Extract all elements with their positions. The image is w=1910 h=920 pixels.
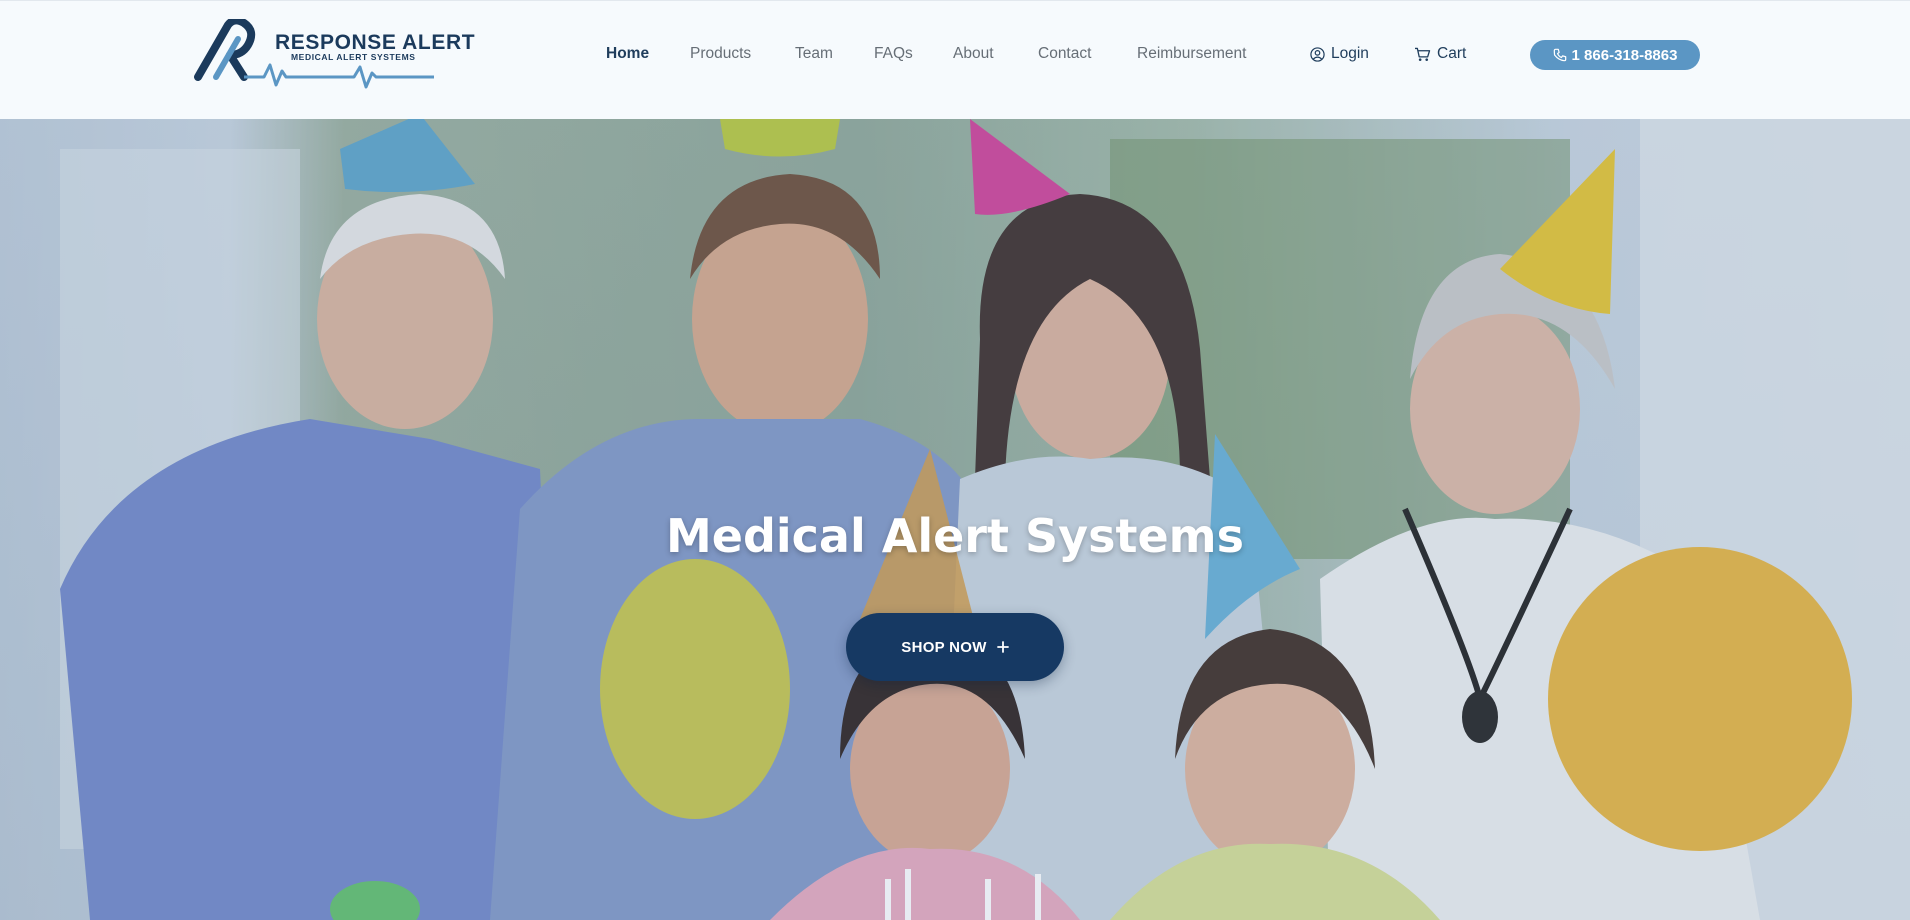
phone-button[interactable]: 1 866-318-8863 (1530, 40, 1700, 70)
brand-logo[interactable]: RESPONSE ALERT MEDICAL ALERT SYSTEMS (194, 19, 475, 91)
nav-about[interactable]: About (953, 45, 994, 63)
phone-icon (1553, 48, 1566, 62)
cart-icon (1415, 47, 1431, 61)
nav-home[interactable]: Home (606, 45, 649, 63)
nav-products[interactable]: Products (690, 45, 751, 63)
cart-label: Cart (1437, 45, 1467, 62)
login-link[interactable]: Login (1310, 45, 1369, 63)
plus-icon (996, 641, 1009, 653)
nav-contact[interactable]: Contact (1038, 45, 1091, 63)
login-label: Login (1331, 45, 1369, 62)
phone-label: 1 866-318-8863 (1571, 46, 1678, 64)
nav-team[interactable]: Team (795, 45, 833, 63)
user-circle-icon (1310, 46, 1325, 62)
hero-title: Medical Alert Systems (665, 509, 1244, 563)
brand-subtitle: MEDICAL ALERT SYSTEMS (291, 52, 416, 62)
shop-now-button[interactable]: SHOP NOW (846, 613, 1064, 681)
nav-faqs[interactable]: FAQs (874, 45, 913, 63)
hero-section: Medical Alert Systems SHOP NOW (0, 119, 1910, 920)
cart-link[interactable]: Cart (1414, 45, 1466, 63)
shop-now-label: SHOP NOW (901, 638, 987, 656)
site-header: RESPONSE ALERT MEDICAL ALERT SYSTEMS Hom… (0, 0, 1910, 119)
nav-reimbursement[interactable]: Reimbursement (1137, 45, 1246, 63)
